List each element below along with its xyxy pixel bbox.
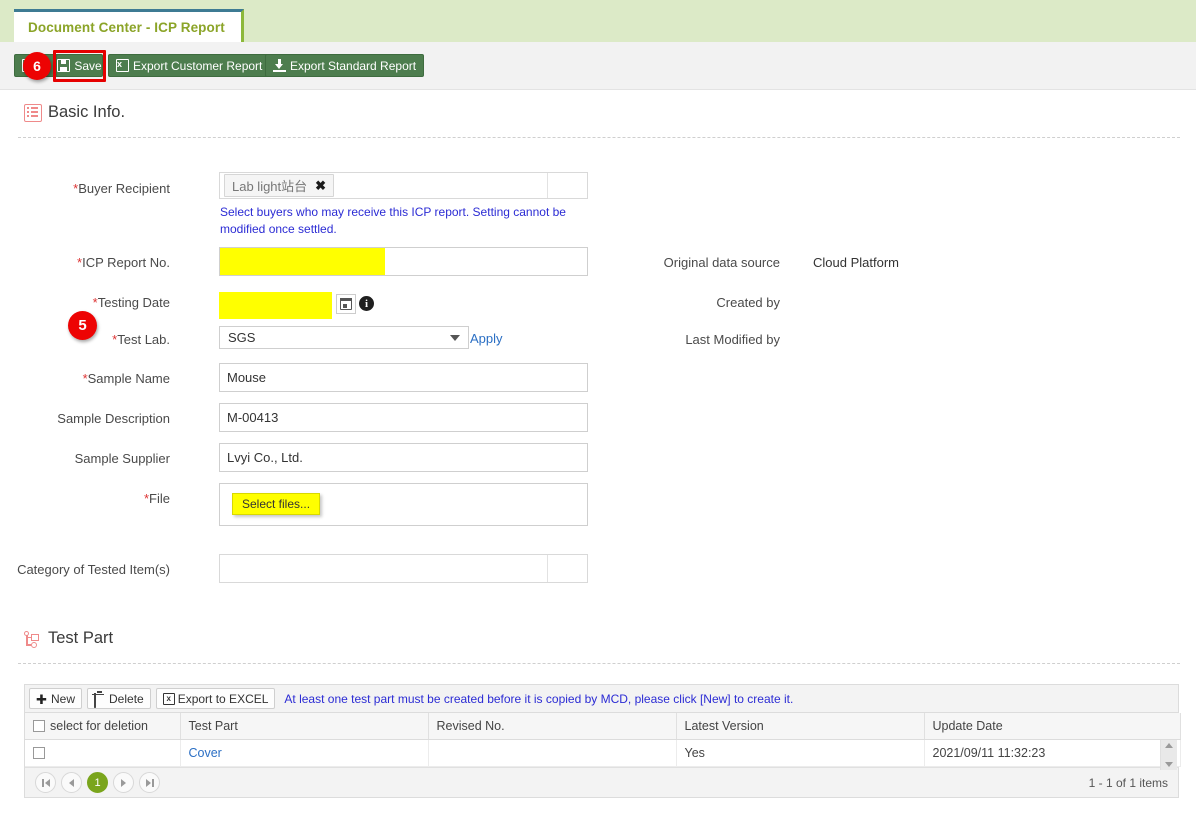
buyer-recipient-multiselect[interactable]: Lab light站台 ✖: [219, 172, 588, 199]
buyer-recipient-chip-area[interactable]: Lab light站台 ✖: [220, 173, 547, 198]
sample-supplier-value: Lvyi Co., Ltd.: [227, 450, 303, 465]
sample-supplier-input[interactable]: Lvyi Co., Ltd.: [219, 443, 588, 472]
excel-icon: x: [116, 59, 129, 72]
sample-description-label: Sample Description: [57, 411, 170, 426]
table-row[interactable]: Cover Yes 2021/09/11 11:32:23: [25, 739, 1181, 767]
buyer-recipient-chip-label: Lab light站台: [232, 179, 308, 194]
list-icon: [24, 103, 42, 122]
cell-revised-no: [428, 739, 677, 767]
original-data-source-value: Cloud Platform: [813, 255, 899, 270]
grid-warning-message: At least one test part must be created b…: [284, 691, 794, 706]
sample-name-label: *Sample Name: [82, 371, 170, 386]
section-divider-test-part: [18, 663, 1180, 664]
chevron-down-icon: [450, 334, 460, 341]
step-badge-5: 5: [68, 311, 97, 340]
export-to-excel-label: Export to EXCEL: [177, 691, 269, 706]
column-header-test-part[interactable]: Test Part: [180, 713, 429, 740]
test-lab-apply-link[interactable]: Apply: [470, 331, 503, 346]
plus-icon: ✚: [36, 691, 47, 707]
original-data-source-label: Original data source: [663, 255, 780, 270]
section-test-part-title: Test Part: [48, 629, 114, 647]
table-vertical-scrollbar[interactable]: [1160, 740, 1177, 770]
page-1-button[interactable]: 1: [87, 772, 108, 793]
icp-report-no-input[interactable]: [219, 247, 588, 276]
sample-name-value: Mouse: [227, 370, 267, 385]
export-customer-report-button[interactable]: x Export Customer Report: [108, 54, 271, 77]
icp-report-no-highlight: [220, 248, 385, 275]
section-basic-info-title: Basic Info.: [48, 103, 126, 121]
tab-label: Document Center - ICP Report: [28, 19, 225, 35]
tree-icon: [24, 630, 42, 648]
sample-name-input[interactable]: Mouse: [219, 363, 588, 392]
export-standard-report-button[interactable]: Export Standard Report: [265, 54, 425, 77]
test-lab-value: SGS: [228, 330, 256, 345]
category-tested-items-value: [220, 555, 547, 582]
prev-page-button[interactable]: [61, 772, 82, 793]
buyer-recipient-chip: Lab light站台 ✖: [224, 174, 335, 197]
file-label: *File: [143, 491, 170, 506]
tab-document-center-icp-report[interactable]: Document Center - ICP Report: [14, 9, 244, 42]
test-part-table: select for deletion Test Part Revised No…: [25, 713, 1181, 767]
new-button[interactable]: ✚ New: [29, 688, 83, 709]
buyer-recipient-picker-button[interactable]: [547, 173, 587, 198]
category-tested-items-label: Category of Tested Item(s): [17, 562, 170, 577]
select-files-button[interactable]: Select files...: [232, 493, 321, 515]
export-to-excel-button[interactable]: x Export to EXCEL: [155, 688, 276, 709]
export-customer-report-label: Export Customer Report: [133, 58, 263, 73]
grid-toolbar: ✚ New Delete x Export to EXCEL At least …: [25, 685, 1178, 713]
step-badge-6: 6: [23, 52, 51, 80]
category-tested-items-picker-button[interactable]: [547, 555, 587, 582]
pager-info: 1 - 1 of 1 items: [1088, 775, 1168, 790]
calendar-picker-button[interactable]: [336, 294, 356, 314]
download-icon: [273, 59, 286, 72]
last-page-button[interactable]: [139, 772, 160, 793]
icp-report-no-label: *ICP Report No.: [77, 255, 170, 270]
cell-test-part[interactable]: Cover: [180, 739, 429, 767]
column-label: select for deletion: [50, 719, 148, 733]
section-basic-info: Basic Info.: [24, 103, 125, 122]
created-by-label: Created by: [716, 295, 780, 310]
cell-update-date: 2021/09/11 11:32:23: [924, 739, 1181, 767]
cell-latest-version: Yes: [676, 739, 925, 767]
new-button-label: New: [51, 691, 76, 706]
last-modified-by-label: Last Modified by: [685, 332, 780, 347]
delete-button-label: Delete: [109, 691, 144, 706]
test-lab-select[interactable]: SGS: [219, 326, 469, 349]
column-header-update-date[interactable]: Update Date: [924, 713, 1181, 740]
save-button[interactable]: Save: [56, 54, 103, 77]
scroll-down-icon[interactable]: [1165, 762, 1173, 767]
buyer-recipient-label: *Buyer Recipient: [73, 181, 170, 196]
table-header-row: select for deletion Test Part Revised No…: [25, 713, 1181, 740]
column-header-revised-no[interactable]: Revised No.: [428, 713, 677, 740]
sample-description-input[interactable]: M-00413: [219, 403, 588, 432]
save-button-label: Save: [74, 58, 102, 73]
floppy-save-icon: [57, 59, 71, 72]
sample-supplier-label: Sample Supplier: [74, 451, 170, 466]
export-standard-report-label: Export Standard Report: [290, 58, 417, 73]
excel-icon: x: [162, 692, 175, 705]
calendar-icon: [339, 297, 352, 310]
testing-date-label: *Testing Date: [92, 295, 170, 310]
remove-chip-icon[interactable]: ✖: [315, 178, 326, 194]
category-tested-items-multiselect[interactable]: [219, 554, 588, 583]
row-select-cell[interactable]: [25, 739, 181, 767]
sample-description-value: M-00413: [227, 410, 279, 425]
info-icon[interactable]: i: [359, 296, 374, 311]
select-all-checkbox[interactable]: [33, 720, 45, 732]
first-page-button[interactable]: [35, 772, 56, 793]
scroll-up-icon[interactable]: [1165, 743, 1173, 748]
buyer-recipient-hint: Select buyers who may receive this ICP r…: [220, 205, 566, 236]
next-page-button[interactable]: [113, 772, 134, 793]
column-header-latest-version[interactable]: Latest Version: [676, 713, 925, 740]
testing-date-input[interactable]: [219, 292, 332, 319]
section-test-part: Test Part: [24, 629, 113, 648]
delete-button[interactable]: Delete: [87, 688, 151, 709]
row-checkbox[interactable]: [33, 747, 45, 759]
test-part-grid: ✚ New Delete x Export to EXCEL At least …: [24, 684, 1181, 798]
grid-pager: 1 1 - 1 of 1 items: [25, 767, 1178, 797]
tab-strip: Document Center - ICP Report: [0, 0, 1196, 42]
trash-icon: [94, 692, 106, 708]
section-divider-basic-info: [18, 137, 1180, 138]
column-header-select-for-deletion[interactable]: select for deletion: [25, 713, 181, 740]
